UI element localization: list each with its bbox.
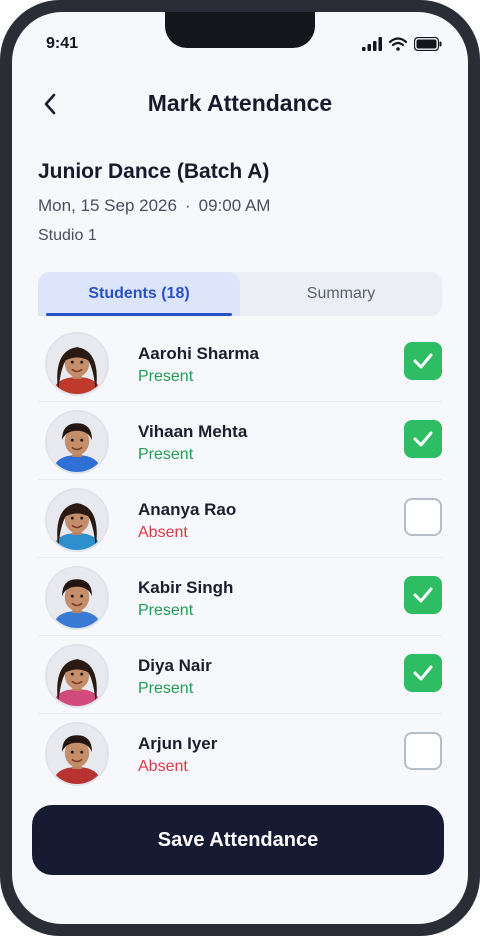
student-photo [47, 646, 107, 706]
session-room: Studio 1 [38, 227, 97, 244]
avatar [45, 488, 109, 552]
attendance-checkbox[interactable] [404, 498, 442, 536]
checkmark-icon [413, 431, 433, 447]
session-date: Mon, 15 Sep 2026 [38, 196, 177, 215]
student-row: Diya Nair Present [38, 636, 442, 714]
student-photo [47, 490, 107, 550]
attendance-checkbox[interactable] [404, 342, 442, 380]
attendance-checkbox[interactable] [404, 420, 442, 458]
attendance-checkbox[interactable] [404, 732, 442, 770]
app-screen: 9:41 Mark Attendance Junior Dance (Batch… [12, 12, 468, 924]
checkmark-icon [413, 587, 433, 603]
avatar [45, 332, 109, 396]
class-name: Junior Dance (Batch A) [38, 160, 270, 183]
student-row: Kabir Singh Present [38, 558, 442, 636]
tab-bar: Students (18) Summary [38, 272, 442, 316]
checkmark-icon [413, 665, 433, 681]
tab-summary[interactable]: Summary [240, 272, 442, 316]
attendance-status: Present [138, 680, 194, 697]
student-name: Arjun Iyer [138, 734, 218, 753]
student-list: Aarohi Sharma Present Vihaan Mehta Prese… [38, 324, 442, 792]
status-icons [362, 36, 442, 52]
phone-frame: 9:41 Mark Attendance Junior Dance (Batch… [0, 0, 480, 936]
meta-separator: · [184, 196, 191, 215]
status-time: 9:41 [46, 35, 79, 52]
checkmark-icon [413, 353, 433, 369]
student-name: Aarohi Sharma [138, 344, 259, 363]
top-bar: Mark Attendance [12, 84, 468, 124]
student-name: Ananya Rao [138, 500, 237, 519]
signal-icon [362, 37, 382, 51]
attendance-status: Present [138, 368, 194, 385]
wifi-icon [389, 37, 407, 51]
camera-notch [165, 12, 315, 48]
avatar [45, 566, 109, 630]
student-photo [47, 568, 107, 628]
page-title: Mark Attendance [147, 90, 333, 116]
student-row: Ananya Rao Absent [38, 480, 442, 558]
attendance-status: Present [138, 446, 194, 463]
attendance-checkbox[interactable] [404, 654, 442, 692]
student-row: Vihaan Mehta Present [38, 402, 442, 480]
session-datetime: Mon, 15 Sep 2026 · 09:00 AM [38, 196, 270, 216]
student-name: Diya Nair [138, 656, 212, 675]
avatar [45, 722, 109, 786]
attendance-checkbox[interactable] [404, 576, 442, 614]
student-photo [47, 724, 107, 784]
avatar [45, 644, 109, 708]
save-attendance-button[interactable]: Save Attendance [32, 805, 444, 875]
student-name: Vihaan Mehta [138, 422, 248, 441]
student-photo [47, 334, 107, 394]
student-photo [47, 412, 107, 472]
student-row: Aarohi Sharma Present [38, 324, 442, 402]
attendance-status: Present [138, 602, 194, 619]
battery-icon [414, 37, 442, 51]
student-row: Arjun Iyer Absent [38, 714, 442, 792]
session-time: 09:00 AM [198, 196, 271, 215]
attendance-status: Absent [138, 524, 188, 541]
avatar [45, 410, 109, 474]
attendance-status: Absent [138, 758, 188, 775]
tab-students[interactable]: Students (18) [38, 272, 240, 316]
student-name: Kabir Singh [138, 578, 234, 597]
